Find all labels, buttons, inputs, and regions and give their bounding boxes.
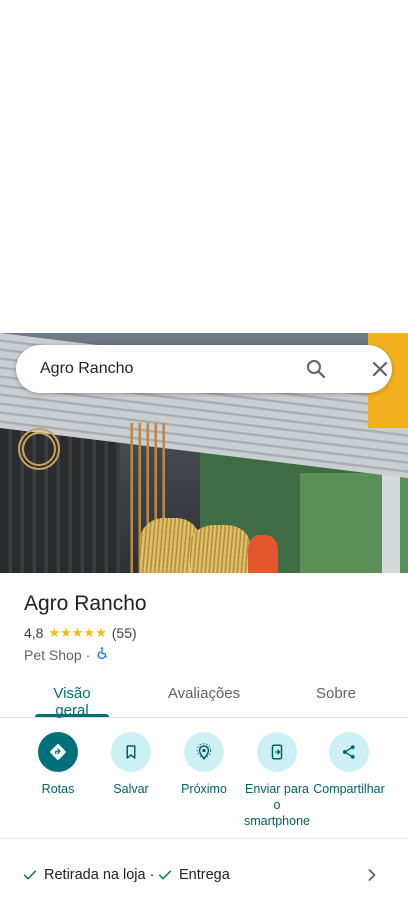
directions-icon [38, 732, 78, 772]
save-button[interactable]: Salvar [94, 732, 168, 797]
search-icon[interactable] [304, 357, 328, 381]
place-category: Pet Shop [24, 646, 82, 663]
search-input[interactable]: Agro Rancho [40, 360, 133, 378]
wheelchair-accessible-icon [95, 646, 109, 663]
send-to-phone-label: Enviar para o smartphone [243, 782, 310, 828]
action-buttons: Rotas Salvar Próximo Enviar para o smart… [0, 732, 408, 829]
photo-broom [190, 525, 250, 573]
service-pickup: Retirada na loja · [22, 867, 154, 883]
tab-reviews[interactable]: Avaliações [160, 685, 248, 702]
directions-button[interactable]: Rotas [21, 732, 95, 797]
chevron-right-icon[interactable] [362, 865, 382, 885]
share-label: Compartilhar [313, 782, 385, 796]
category-row: Pet Shop · [24, 646, 109, 663]
check-icon [158, 870, 172, 880]
share-button[interactable]: Compartilhar [312, 732, 386, 797]
share-icon [329, 732, 369, 772]
service-pickup-label: Retirada na loja · [44, 867, 155, 883]
services-row[interactable]: Retirada na loja · Entrega [0, 858, 408, 894]
close-icon[interactable] [368, 357, 392, 381]
nearby-label: Próximo [181, 782, 227, 796]
save-label: Salvar [113, 782, 149, 796]
check-icon [23, 870, 37, 880]
place-tabs: Visão geral Avaliações Sobre [0, 673, 408, 719]
service-delivery: Entrega [157, 867, 230, 883]
search-bar[interactable]: Agro Rancho [16, 345, 392, 393]
star-rating-icon: ★★★★★ [48, 625, 107, 640]
section-divider [0, 838, 408, 839]
rating-row[interactable]: 4,8 ★★★★★ (55) [24, 625, 137, 641]
place-title: Agro Rancho [24, 592, 147, 615]
bookmark-icon [111, 732, 151, 772]
nearby-button[interactable]: Próximo [167, 732, 241, 797]
send-to-phone-icon [257, 732, 297, 772]
photo-broom-orange [248, 535, 278, 573]
review-count[interactable]: (55) [112, 625, 137, 641]
photo-coil [18, 428, 60, 470]
send-to-phone-button[interactable]: Enviar para o smartphone [240, 732, 314, 829]
tab-about[interactable]: Sobre [306, 685, 366, 702]
active-tab-indicator [35, 714, 109, 717]
rating-value: 4,8 [24, 625, 44, 641]
directions-label: Rotas [41, 782, 75, 796]
separator-dot: · [85, 646, 91, 663]
nearby-icon [184, 732, 224, 772]
service-delivery-label: Entrega [179, 867, 230, 883]
